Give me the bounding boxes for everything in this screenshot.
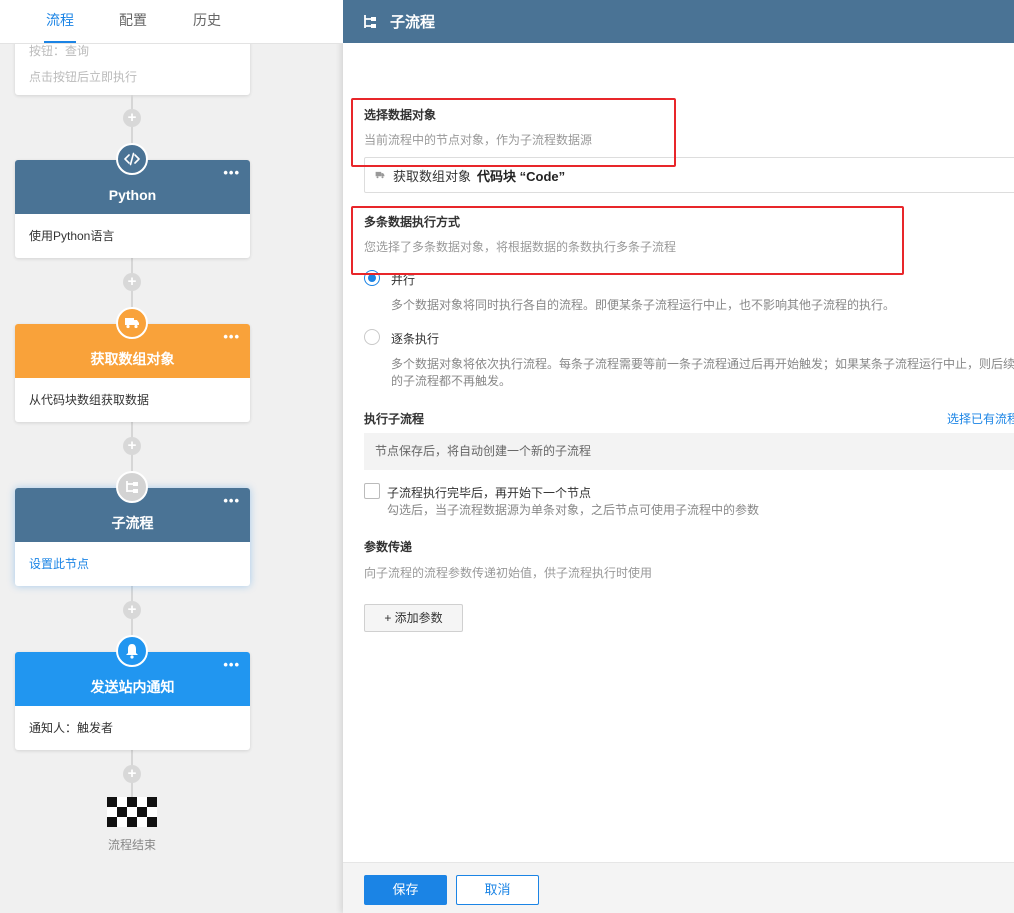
tab-history[interactable]: 历史 [193,10,221,30]
add-param-button[interactable]: + 添加参数 [364,604,463,632]
tab-flow[interactable]: 流程 [46,10,74,30]
add-node-button[interactable]: + [123,273,141,291]
code-icon [116,143,148,175]
flow-end-label: 流程结束 [107,838,156,852]
save-button[interactable]: 保存 [364,875,447,905]
wait-subflow-checkbox[interactable] [364,483,380,499]
truck-icon [116,307,148,339]
node-description: 通知人：触发者 [29,721,114,735]
drawer-header: 子流程 [343,0,1014,43]
more-options-icon[interactable]: ••• [223,494,240,507]
data-source-value: 获取数组对象 [393,168,472,184]
tab-config[interactable]: 配置 [119,10,147,30]
sequential-radio[interactable] [364,329,380,345]
parallel-description: 多个数据对象将同时执行各自的流程。即便某条子流程运行中止，也不影响其他子流程的执… [391,298,896,312]
trigger-node-title: 按钮：查询 [29,44,90,58]
node-title: 发送站内通知 [90,679,175,695]
exec-mode-section-title: 多条数据执行方式 [364,215,461,229]
params-section-title: 参数传递 [364,540,413,554]
select-existing-flow-link[interactable]: 选择已有流程 [947,410,1014,427]
wait-subflow-label: 子流程执行完毕后，再开始下一个节点 [387,486,592,500]
truck-icon [375,171,385,179]
subflow-settings-drawer: 子流程 选择数据对象 当前流程中的节点对象，作为子流程数据源 获取数组对象 代码… [343,0,1014,913]
data-source-hint: 当前流程中的节点对象，作为子流程数据源 [364,133,593,147]
sequential-description: 多个数据对象将依次执行流程。每条子流程需要等前一条子流程通过后再开始触发；如果某… [391,357,1014,388]
drawer-footer: 保存 取消 [343,862,1014,913]
node-title: Python [108,187,157,203]
workflow-canvas: 按钮：查询 点击按钮后立即执行 + + + + + Python ••• 使用P… [0,0,343,913]
add-node-button[interactable]: + [123,437,141,455]
trigger-node-desc: 点击按钮后立即执行 [29,70,138,84]
parallel-radio[interactable] [364,270,380,286]
subflow-icon [116,471,148,503]
node-description: 使用Python语言 [29,229,115,243]
parallel-label: 并行 [391,273,416,287]
bell-icon [116,635,148,667]
workflow-panel: 按钮：查询 点击按钮后立即执行 + + + + + Python ••• 使用P… [0,0,343,913]
add-node-button[interactable]: + [123,109,141,127]
node-description: 设置此节点 [29,557,90,571]
data-source-value-detail: 代码块 “Code” [477,168,566,184]
drawer-title: 子流程 [390,14,436,31]
wait-subflow-hint: 勾选后，当子流程数据源为单条对象，之后节点可使用子流程中的参数 [387,503,760,517]
more-options-icon[interactable]: ••• [223,166,240,179]
workflow-tabs: 流程 配置 历史 [0,0,343,44]
data-source-section-title: 选择数据对象 [364,108,437,122]
more-options-icon[interactable]: ••• [223,330,240,343]
node-title: 获取数组对象 [90,351,175,367]
node-description: 从代码块数组获取数据 [29,393,150,407]
exec-mode-hint: 您选择了多条数据对象，将根据数据的条数执行多条子流程 [364,240,677,254]
add-node-button[interactable]: + [123,765,141,783]
more-options-icon[interactable]: ••• [223,658,240,671]
params-hint: 向子流程的流程参数传递初始值，供子流程执行时使用 [364,566,653,580]
cancel-button[interactable]: 取消 [456,875,539,905]
run-subflow-section-title: 执行子流程 [364,412,425,426]
finish-flag-icon [107,797,157,827]
data-source-select[interactable]: 获取数组对象 代码块 “Code” [364,157,1014,193]
sequential-label: 逐条执行 [391,332,440,346]
active-tab-indicator [44,41,76,43]
subflow-icon [364,14,376,28]
node-title: 子流程 [111,515,154,531]
run-subflow-info: 节点保存后，将自动创建一个新的子流程 [364,433,1014,470]
add-node-button[interactable]: + [123,601,141,619]
